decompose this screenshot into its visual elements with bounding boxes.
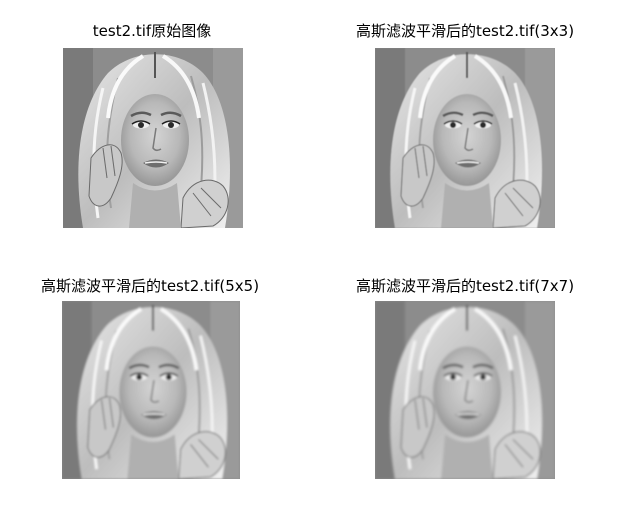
subplot-title: 高斯滤波平滑后的test2.tif(3x3) bbox=[355, 22, 575, 40]
subplot-title: 高斯滤波平滑后的test2.tif(5x5) bbox=[40, 277, 260, 295]
portrait-image bbox=[62, 301, 240, 479]
portrait-graphic bbox=[375, 301, 555, 479]
subplot-gauss-3x3: 高斯滤波平滑后的test2.tif(3x3) bbox=[345, 22, 585, 232]
subplot-title: 高斯滤波平滑后的test2.tif(7x7) bbox=[355, 277, 575, 295]
subplot-original: test2.tif原始图像 bbox=[52, 22, 252, 232]
subplot-gauss-5x5: 高斯滤波平滑后的test2.tif(5x5) bbox=[30, 277, 270, 487]
portrait-graphic bbox=[62, 301, 240, 479]
portrait-image bbox=[375, 301, 555, 479]
portrait-graphic bbox=[375, 48, 555, 228]
portrait-image bbox=[63, 48, 243, 228]
subplot-gauss-7x7: 高斯滤波平滑后的test2.tif(7x7) bbox=[345, 277, 585, 487]
portrait-image bbox=[375, 48, 555, 228]
figure-window: test2.tif原始图像 高斯滤波平滑后的test2.tif(3x3) 高斯滤… bbox=[0, 0, 627, 522]
portrait-graphic bbox=[63, 48, 243, 228]
subplot-title: test2.tif原始图像 bbox=[92, 22, 212, 40]
